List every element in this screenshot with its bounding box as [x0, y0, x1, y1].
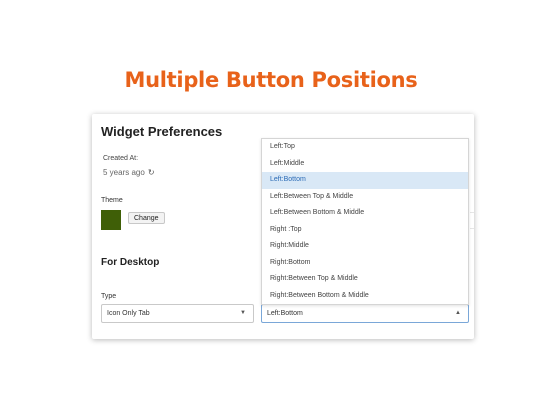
divider: [470, 228, 474, 229]
created-at-text: 5 years ago: [103, 168, 145, 177]
type-select[interactable]: Icon Only Tab ▼: [101, 304, 254, 323]
card-title: Widget Preferences: [101, 124, 223, 139]
for-desktop-heading: For Desktop: [101, 257, 160, 268]
dropdown-option[interactable]: Right:Bottom: [262, 255, 468, 272]
dropdown-option[interactable]: Right:Between Top & Middle: [262, 271, 468, 288]
created-at-value: 5 years ago ↻: [103, 168, 155, 177]
refresh-icon[interactable]: ↻: [148, 168, 155, 177]
slide-title: Multiple Button Positions: [124, 68, 418, 92]
created-at-label: Created At:: [103, 155, 139, 162]
theme-color-swatch: [101, 210, 121, 230]
divider: [470, 212, 474, 213]
position-select[interactable]: Left:Bottom ▲: [261, 304, 469, 323]
chevron-down-icon: ▼: [240, 310, 246, 316]
dropdown-option[interactable]: Left:Bottom: [262, 172, 468, 189]
dropdown-option[interactable]: Right:Middle: [262, 238, 468, 255]
position-dropdown-list[interactable]: Left:Top Left:Middle Left:Bottom Left:Betwe…: [261, 138, 469, 305]
chevron-up-icon: ▲: [455, 310, 461, 316]
dropdown-option[interactable]: Left:Between Bottom & Middle: [262, 205, 468, 222]
dropdown-option[interactable]: Left:Middle: [262, 156, 468, 173]
change-theme-button[interactable]: Change: [128, 212, 165, 224]
theme-label: Theme: [101, 197, 123, 204]
widget-preferences-card: Widget Preferences Created At: 5 years a…: [92, 114, 474, 339]
dropdown-option[interactable]: Right:Between Bottom & Middle: [262, 288, 468, 305]
dropdown-option[interactable]: Left:Between Top & Middle: [262, 189, 468, 206]
dropdown-option[interactable]: Left:Top: [262, 139, 468, 156]
type-label: Type: [101, 293, 117, 300]
dropdown-option[interactable]: Right :Top: [262, 222, 468, 239]
type-select-value: Icon Only Tab: [107, 310, 150, 317]
position-select-value: Left:Bottom: [267, 310, 303, 317]
